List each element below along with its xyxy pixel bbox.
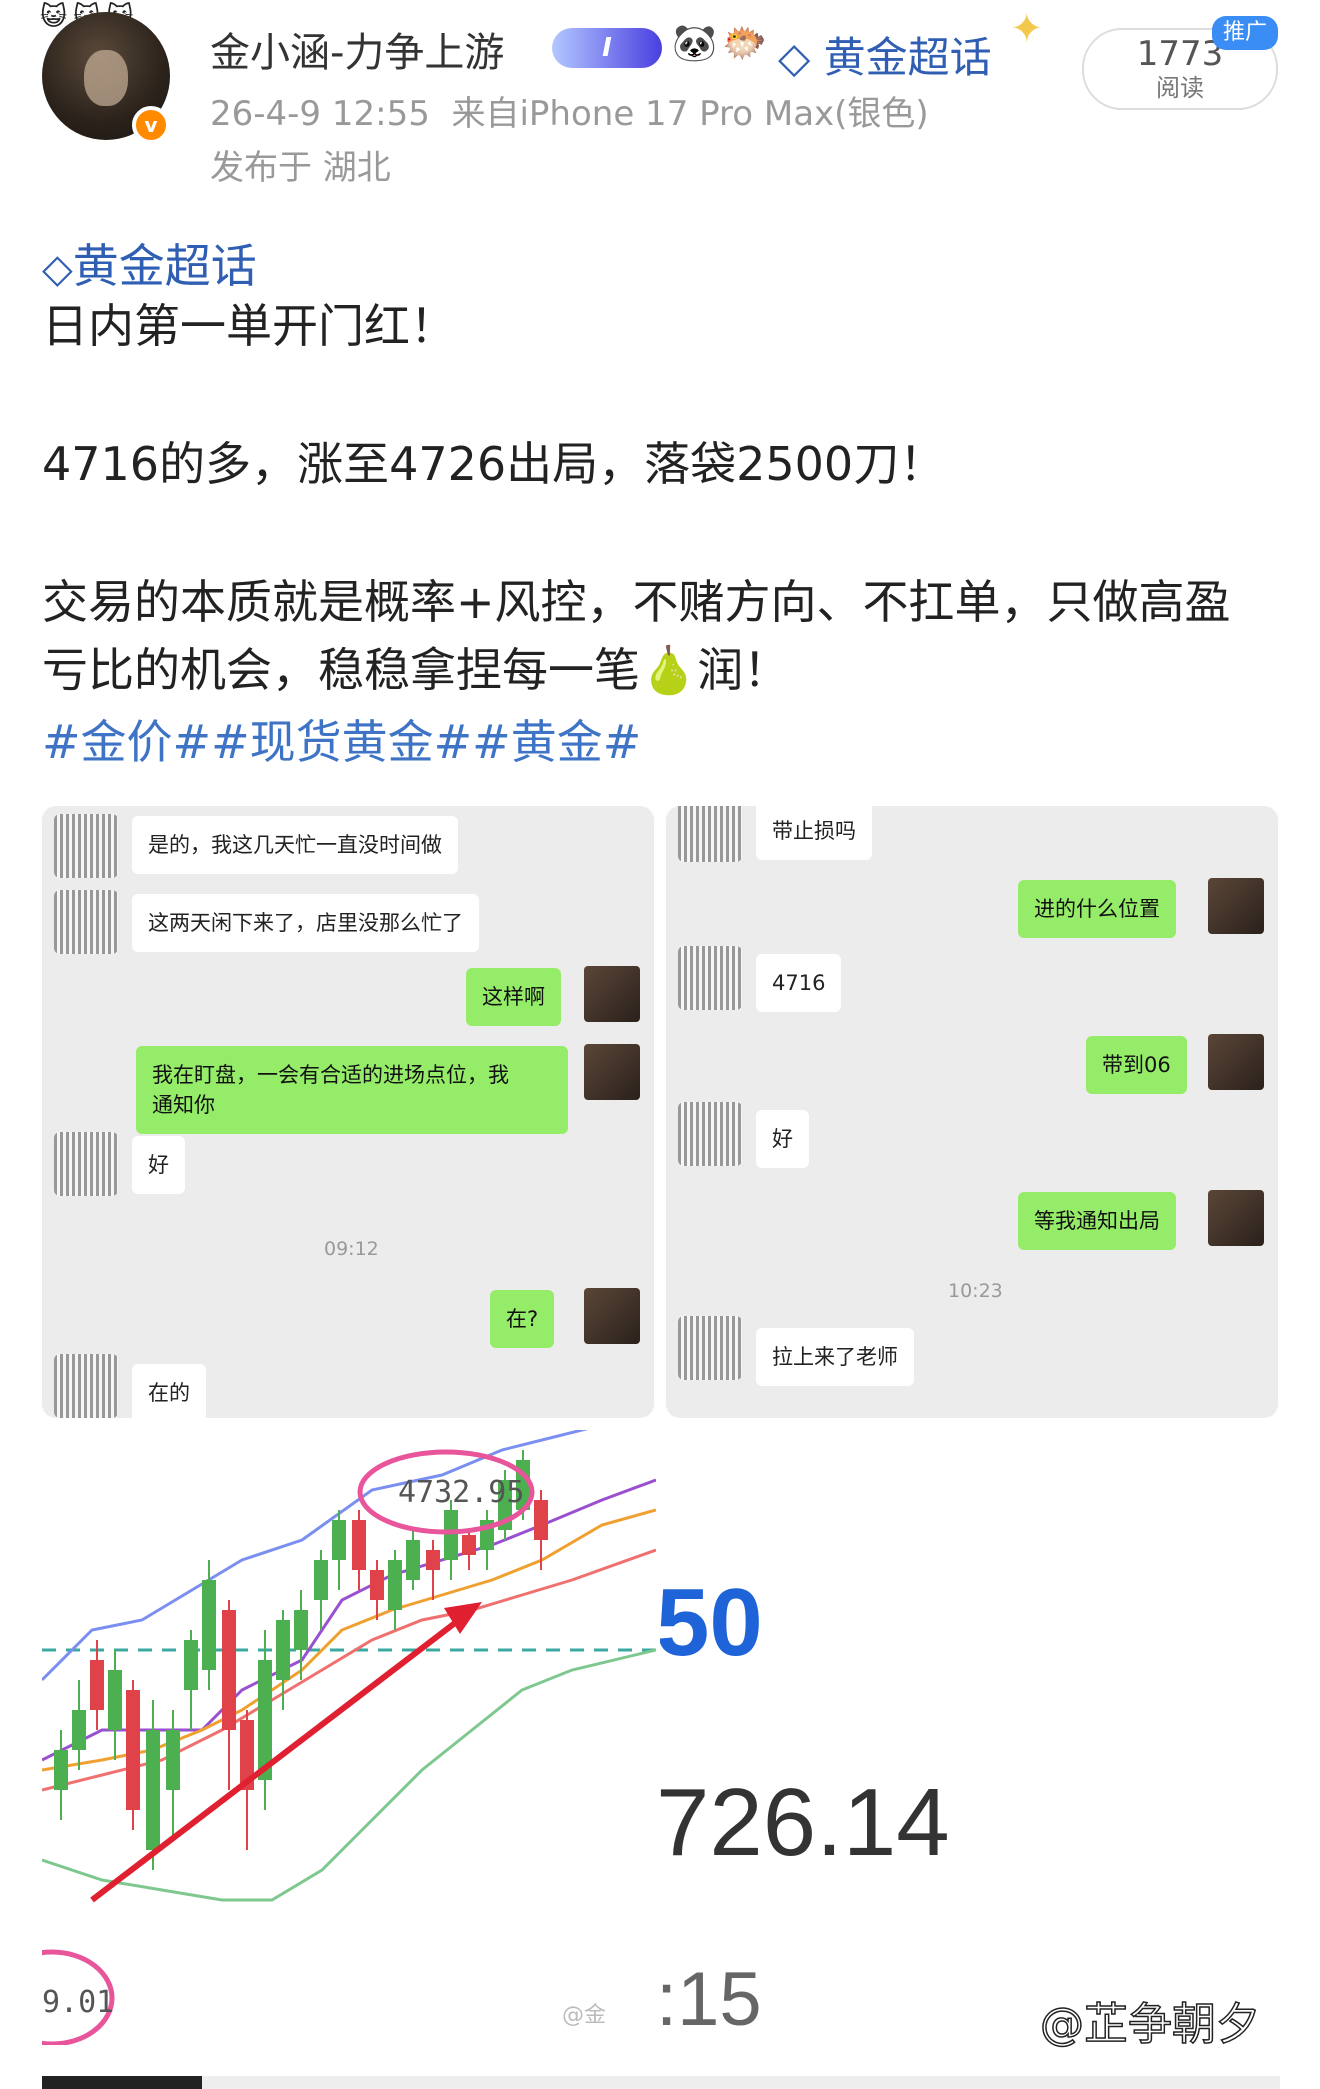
post-line-3: 交易的本质就是概率+风控，不赌方向、不扛单，只做高盈 — [42, 575, 1231, 629]
price-fragment-blue: 50 — [660, 1569, 763, 1676]
location: 发布于 湖北 — [210, 148, 391, 188]
verified-icon: v — [132, 106, 170, 144]
chat-bubble: 4716 — [756, 954, 842, 1012]
post-line-1: 日内第一単开门红！ — [42, 299, 456, 353]
level-chip: I — [552, 28, 662, 68]
user-avatar — [1208, 1190, 1264, 1246]
timestamp: 26-4-9 12:55 — [210, 94, 430, 134]
hashtags[interactable]: #金价##现货黄金##黄金# — [42, 706, 641, 772]
blurred-avatar — [678, 806, 742, 862]
candle-body — [426, 1550, 440, 1570]
chat-bubble-line: 通知你 — [152, 1093, 215, 1117]
fish-icon: 🐡 — [722, 23, 767, 64]
chat-bubble: 进的什么位置 — [1018, 880, 1176, 938]
device-source: 来自iPhone 17 Pro Max(银色) — [451, 94, 929, 134]
candle-body — [222, 1610, 236, 1730]
candle-body — [72, 1710, 86, 1750]
blurred-avatar — [678, 1316, 742, 1380]
price-readout-image[interactable]: 50 726.14 :15 — [660, 1430, 1280, 2045]
read-label: 阅读 — [1156, 74, 1204, 102]
chat-bubble: 我在盯盘，一会有合适的进场点位，我 通知你 — [136, 1046, 568, 1134]
next-post-thumbnail-edge — [42, 2076, 202, 2089]
sparkle-icon: ✦ — [1010, 6, 1044, 52]
candle-body — [108, 1670, 122, 1730]
blurred-avatar — [678, 1102, 742, 1166]
image-watermark: @金 — [562, 2003, 606, 2028]
supertopic-label: 黄金超话 — [823, 33, 992, 82]
candle-body — [202, 1580, 216, 1670]
chat-bubble: 带止损吗 — [756, 806, 872, 860]
candles — [54, 1450, 548, 1870]
candle-body — [146, 1730, 160, 1850]
post-watermark: @芷争朝夕 — [1039, 1998, 1261, 2051]
chat-bubble: 在的 — [132, 1364, 206, 1418]
post-line-4-end: 润！ — [697, 643, 790, 697]
diamond-icon: ◇ — [778, 33, 811, 82]
chat-screenshot-left[interactable]: 是的，我这几天忙一直没时间做 这两天闲下来了，店里没那么忙了 这样啊 我在盯盘，… — [42, 806, 654, 1418]
chat-bubble: 等我通知出局 — [1018, 1192, 1176, 1250]
post-line-2: 4716的多，涨至4726出局，落袋2500刀！ — [42, 437, 946, 491]
promo-badge: 推广 — [1212, 16, 1278, 50]
time-fragment: :15 — [660, 1957, 762, 2042]
user-avatar — [1208, 878, 1264, 934]
chat-bubble: 这样啊 — [466, 968, 561, 1026]
candle-body — [90, 1660, 104, 1710]
bollinger-upper — [42, 1430, 589, 1682]
diamond-icon: ◇ — [42, 246, 73, 292]
candle-body — [166, 1730, 180, 1790]
user-avatar — [1208, 1034, 1264, 1090]
candle-body — [184, 1640, 198, 1690]
blurred-avatar — [54, 890, 118, 954]
candle-body — [444, 1510, 458, 1560]
chat-screenshot-right[interactable]: 带止损吗 进的什么位置 4716 带到06 好 等我通知出局 10:23 拉上来… — [666, 806, 1278, 1418]
chat-bubble: 在? — [490, 1290, 555, 1348]
candle-body — [370, 1570, 384, 1600]
chat-time: 10:23 — [948, 1280, 1003, 1302]
post-line-4-text: 亏比的机会，稳稳拿捏每一笔 — [42, 643, 640, 697]
post-meta: 26-4-9 12:55 来自iPhone 17 Pro Max(银色) — [210, 86, 929, 135]
blurred-avatar — [54, 814, 118, 878]
candle-body — [388, 1560, 402, 1610]
price-fragment-main: 726.14 — [660, 1769, 950, 1876]
candle-body — [54, 1750, 68, 1790]
pear-icon: 🍐 — [640, 643, 698, 697]
chat-bubble: 是的，我这几天忙一直没时间做 — [132, 816, 458, 874]
chat-bubble: 这两天闲下来了，店里没那么忙了 — [132, 894, 479, 952]
chat-bubble: 好 — [132, 1136, 185, 1194]
high-price-label: 4732.95 — [398, 1475, 524, 1510]
supertopic-link[interactable]: ◇ 黄金超话 — [778, 24, 992, 85]
candle-body — [276, 1620, 290, 1680]
price-chart-image[interactable]: 4732.95 9.01 @金 — [42, 1430, 656, 2045]
blurred-avatar — [54, 1132, 118, 1196]
blurred-avatar — [678, 946, 742, 1010]
low-price-label: 9.01 — [42, 1985, 114, 2020]
candle-body — [314, 1560, 328, 1600]
divider — [42, 2076, 1280, 2089]
panda-icon: 🐼 — [672, 23, 717, 64]
user-avatar — [584, 1044, 640, 1100]
candle-body — [352, 1520, 366, 1570]
chat-bubble: 拉上来了老师 — [756, 1328, 914, 1386]
candle-body — [406, 1540, 420, 1580]
user-avatar — [584, 1288, 640, 1344]
candle-body — [332, 1520, 346, 1560]
candle-body — [294, 1610, 308, 1650]
topic-label: 黄金超话 — [72, 239, 257, 293]
chat-bubble: 带到06 — [1086, 1036, 1187, 1094]
topic-link[interactable]: ◇黄金超话 — [42, 230, 257, 296]
username[interactable]: 金小涵-力争上游 — [210, 20, 504, 78]
post-line-4: 亏比的机会，稳稳拿捏每一笔🍐润！ — [42, 636, 789, 704]
candle-body — [534, 1500, 548, 1540]
candlestick-chart: 4732.95 9.01 @金 — [42, 1430, 656, 2045]
candle-body — [462, 1535, 476, 1555]
user-avatar — [584, 966, 640, 1022]
candle-body — [126, 1690, 140, 1810]
chat-bubble: 好 — [756, 1110, 809, 1168]
chat-time: 09:12 — [324, 1238, 379, 1260]
chat-bubble-line: 我在盯盘，一会有合适的进场点位，我 — [152, 1063, 509, 1087]
blurred-avatar — [54, 1354, 118, 1418]
